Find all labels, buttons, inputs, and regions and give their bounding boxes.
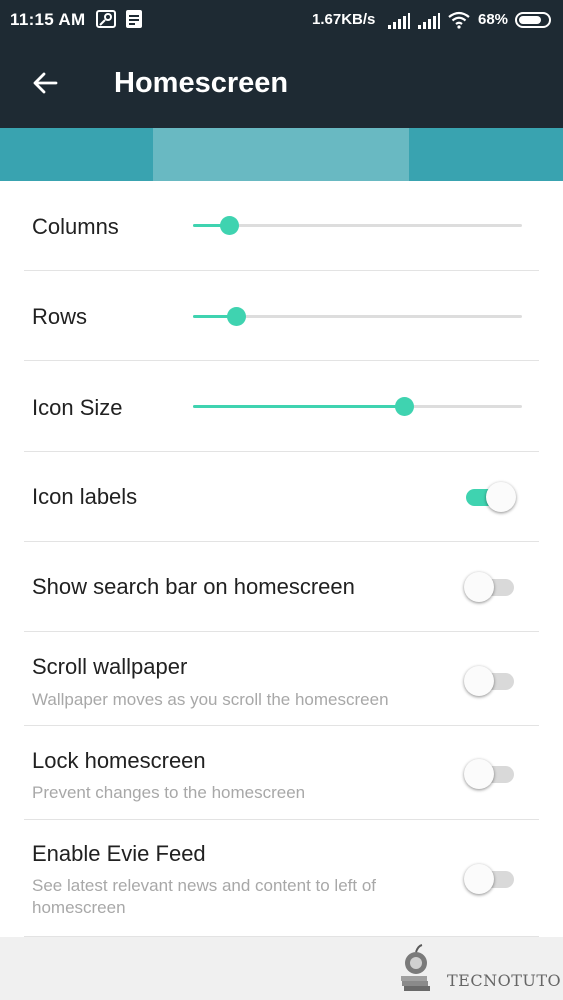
setting-row-lock-homescreen[interactable]: Lock homescreen Prevent changes to the h… bbox=[24, 726, 539, 820]
scroll-wallpaper-toggle[interactable] bbox=[464, 666, 516, 696]
page-title: Homescreen bbox=[114, 67, 289, 99]
wifi-icon bbox=[448, 11, 470, 29]
section-tab-strip bbox=[0, 128, 563, 181]
slider-thumb[interactable] bbox=[226, 307, 246, 326]
evie-feed-toggle[interactable] bbox=[464, 864, 516, 894]
lock-homescreen-toggle[interactable] bbox=[464, 759, 516, 789]
tab-selected[interactable] bbox=[153, 128, 409, 181]
setting-row-icon-labels[interactable]: Icon labels bbox=[24, 452, 539, 542]
arrow-left-icon[interactable] bbox=[32, 70, 58, 96]
footer-watermark: TECNOTUTO bbox=[0, 937, 563, 1000]
network-speed: 1.67KB/s bbox=[312, 11, 376, 28]
status-bar: 11:15 AM 1.67KB/s 68% bbox=[0, 0, 563, 40]
setting-row-search-bar[interactable]: Show search bar on homescreen bbox=[24, 542, 539, 632]
setting-label: Columns bbox=[32, 214, 119, 239]
setting-label: Enable Evie Feed bbox=[32, 841, 206, 866]
slider-thumb[interactable] bbox=[394, 397, 414, 416]
setting-row-icon-size: Icon Size bbox=[24, 361, 539, 452]
search-bar-toggle[interactable] bbox=[464, 572, 516, 602]
setting-row-scroll-wallpaper[interactable]: Scroll wallpaper Wallpaper moves as you … bbox=[24, 632, 539, 726]
tab-right[interactable] bbox=[409, 128, 563, 181]
setting-subtitle: Wallpaper moves as you scroll the homesc… bbox=[32, 690, 389, 709]
setting-row-rows: Rows bbox=[24, 271, 539, 361]
toggle-knob bbox=[486, 482, 516, 512]
setting-label: Scroll wallpaper bbox=[32, 654, 188, 679]
setting-label: Icon labels bbox=[32, 484, 138, 509]
setting-label: Show search bar on homescreen bbox=[32, 574, 355, 599]
toggle-knob bbox=[464, 572, 494, 602]
slider-thumb[interactable] bbox=[220, 216, 240, 235]
settings-list: Columns Rows Icon Size Icon labels Show bbox=[0, 181, 563, 937]
toggle-knob bbox=[464, 759, 494, 789]
notes-icon bbox=[126, 10, 142, 28]
battery-percent: 68% bbox=[478, 11, 509, 28]
battery-icon bbox=[515, 12, 551, 28]
signal-icon bbox=[388, 13, 410, 29]
app-bar: Homescreen bbox=[0, 40, 563, 128]
setting-row-evie-feed[interactable]: Enable Evie Feed See latest relevant new… bbox=[24, 820, 539, 937]
toggle-knob bbox=[464, 666, 494, 696]
setting-subtitle: Prevent changes to the homescreen bbox=[32, 783, 306, 802]
signal-icon bbox=[418, 13, 440, 29]
watermark-brand: TECNOTUTO bbox=[447, 971, 562, 990]
setting-subtitle: See latest relevant news and content to … bbox=[32, 876, 376, 917]
icon-labels-toggle[interactable] bbox=[464, 482, 516, 512]
setting-label: Icon Size bbox=[32, 395, 123, 420]
columns-slider[interactable] bbox=[193, 214, 522, 238]
setting-label: Lock homescreen bbox=[32, 748, 206, 773]
toggle-knob bbox=[464, 864, 494, 894]
setting-row-columns: Columns bbox=[24, 181, 539, 271]
books-logo-icon bbox=[401, 944, 430, 991]
location-pin-icon bbox=[96, 10, 116, 28]
status-time: 11:15 AM bbox=[10, 10, 86, 29]
tab-left[interactable] bbox=[0, 128, 153, 181]
setting-label: Rows bbox=[32, 304, 88, 329]
icon-size-slider[interactable] bbox=[193, 395, 522, 419]
rows-slider[interactable] bbox=[193, 305, 522, 329]
slider-track bbox=[193, 224, 522, 227]
slider-fill bbox=[193, 405, 404, 408]
